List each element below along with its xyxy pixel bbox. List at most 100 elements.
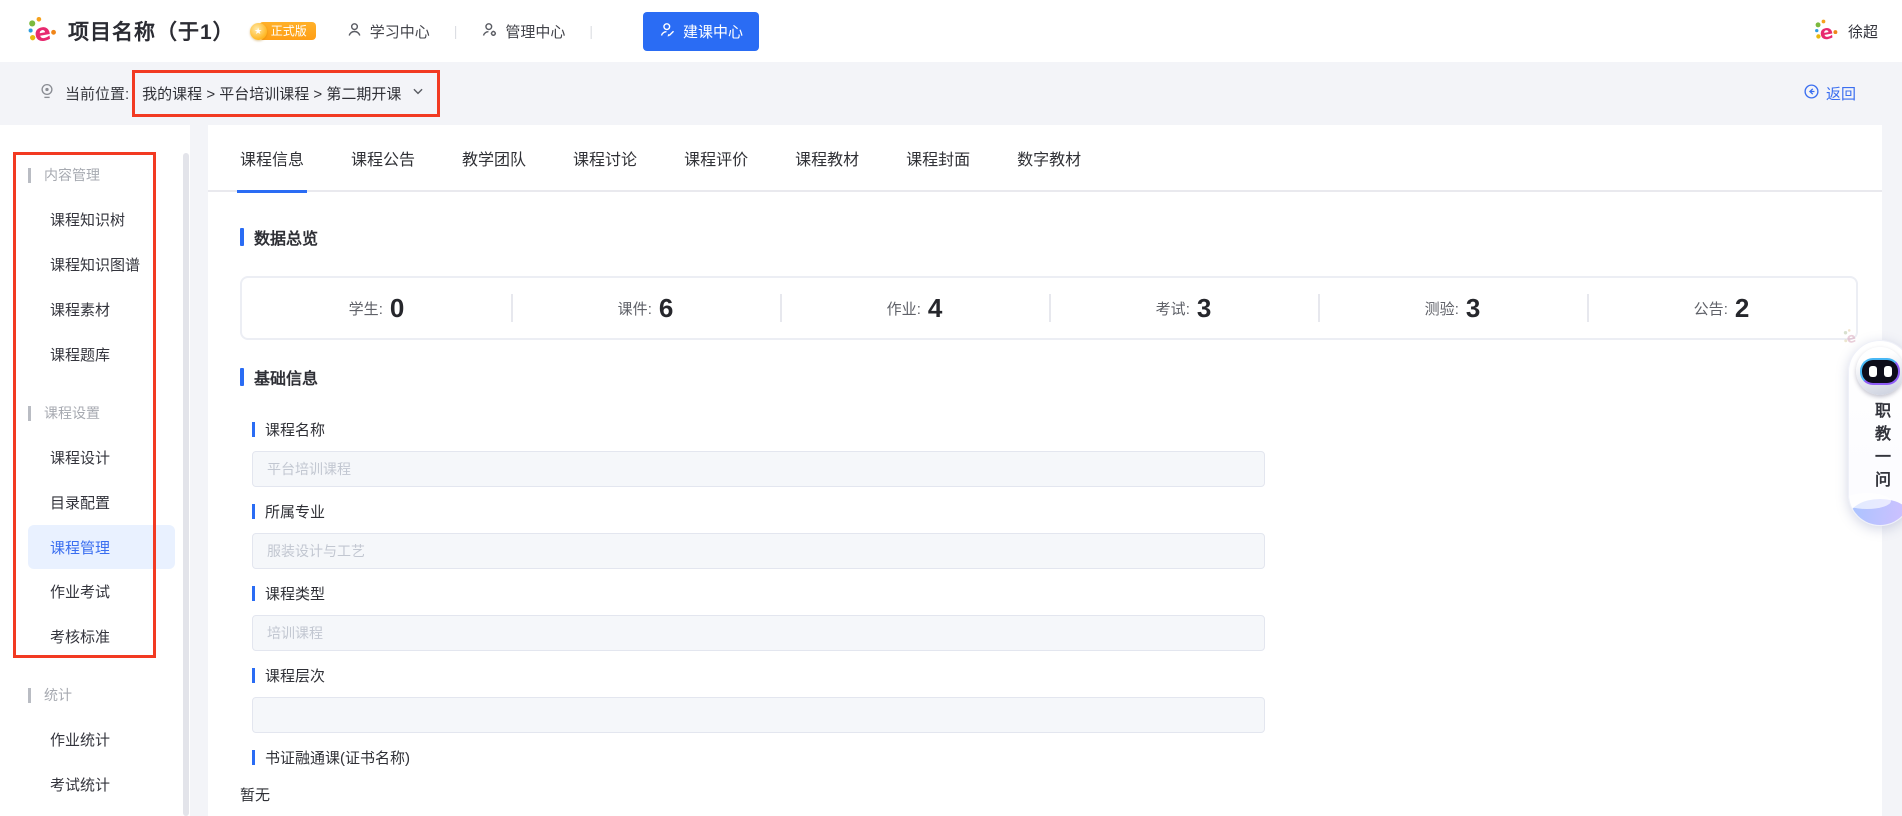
nav-course-builder-button[interactable]: 建课中心 — [643, 11, 760, 51]
stat-label: 考试: — [1155, 300, 1190, 318]
sidebar-item-knowledge-graph[interactable]: 课程知识图谱 — [0, 242, 190, 287]
course-level-field[interactable] — [252, 697, 1265, 733]
sidebar-scrollbar[interactable] — [183, 153, 189, 816]
person-icon — [346, 21, 363, 42]
field-label-certificate: 书证融通课(证书名称) — [252, 746, 1858, 768]
section-title-basic-info: 基础信息 — [240, 366, 1858, 388]
ai-assistant-widget[interactable]: 职教一问 — [1848, 340, 1902, 526]
back-button[interactable]: 返回 — [1803, 83, 1856, 104]
breadcrumb-prefix: 当前位置: — [65, 86, 130, 103]
stat-exams: 考试: 3 — [1049, 278, 1318, 338]
nav-admin-center[interactable]: 管理中心 — [481, 21, 565, 42]
tab-course-announcements[interactable]: 课程公告 — [351, 125, 415, 191]
user-name: 徐超 — [1847, 23, 1878, 41]
sidebar-item-knowledge-tree[interactable]: 课程知识树 — [0, 197, 190, 242]
stat-quizzes: 测验: 3 — [1318, 278, 1587, 338]
chevron-down-icon[interactable] — [411, 84, 425, 103]
svg-text:e: e — [32, 18, 53, 47]
sidebar-item-homework-exam[interactable]: 作业考试 — [0, 569, 190, 614]
stat-value: 3 — [1196, 293, 1212, 323]
tab-teaching-team[interactable]: 教学团队 — [462, 125, 526, 191]
nav-separator: | — [453, 23, 458, 39]
sidebar-item-catalog-config[interactable]: 目录配置 — [0, 480, 190, 525]
breadcrumb[interactable]: 我的课程 > 平台培训课程 > 第二期开课 — [142, 83, 401, 104]
sidebar-section-statistics: 统计 作业统计 考试统计 — [0, 673, 190, 807]
sidebar-section-course-settings: 课程设置 课程设计 目录配置 课程管理 作业考试 考核标准 — [0, 391, 190, 659]
tab-course-evaluation[interactable]: 课程评价 — [684, 125, 748, 191]
stat-label: 课件: — [617, 300, 652, 318]
sidebar-item-course-materials[interactable]: 课程素材 — [0, 287, 190, 332]
stat-announcements: 公告: 2 — [1587, 278, 1856, 338]
sidebar-item-question-bank[interactable]: 课程题库 — [0, 332, 190, 377]
sidebar-item-course-management[interactable]: 课程管理 — [28, 525, 175, 569]
location-pin-icon — [38, 82, 56, 105]
field-label-course-name: 课程名称 — [252, 418, 1858, 440]
app-title: 项目名称（于1） — [68, 21, 235, 44]
field-label-course-type: 课程类型 — [252, 582, 1858, 604]
user-avatar: e — [1813, 18, 1839, 44]
robot-visor — [1860, 357, 1900, 385]
stat-value: 4 — [927, 293, 943, 323]
nav-label: 学习中心 — [369, 23, 430, 41]
stat-value: 6 — [658, 293, 674, 323]
course-info-panel: 数据总览 学生: 0 课件: 6 作业: 4 考试: 3 测验: 3 公告: 2… — [208, 226, 1882, 805]
wave-decoration — [1849, 493, 1902, 525]
sidebar-section-title: 统计 — [0, 673, 190, 717]
brand: e 项目名称（于1） ★ 正式版 — [26, 15, 316, 47]
certificate-value: 暂无 — [240, 787, 271, 804]
stat-label: 测验: — [1424, 300, 1459, 318]
version-badge-label: 正式版 — [258, 22, 316, 40]
course-name-field[interactable] — [252, 451, 1265, 487]
course-type-field[interactable] — [252, 615, 1265, 651]
sidebar-item-exam-stats[interactable]: 考试统计 — [0, 762, 190, 807]
back-arrow-icon — [1803, 83, 1820, 104]
svg-text:e: e — [1845, 330, 1857, 346]
stat-courseware: 课件: 6 — [511, 278, 780, 338]
breadcrumb-annotation-box: 我的课程 > 平台培训课程 > 第二期开课 — [132, 70, 441, 117]
stat-label: 公告: — [1693, 300, 1728, 318]
stat-homework: 作业: 4 — [780, 278, 1049, 338]
field-label-major: 所属专业 — [252, 500, 1858, 522]
sidebar-item-course-design[interactable]: 课程设计 — [0, 435, 190, 480]
sidebar: 内容管理 课程知识树 课程知识图谱 课程素材 课程题库 课程设置 课程设计 目录… — [0, 125, 190, 816]
person-gear-icon — [481, 21, 498, 42]
app-logo-icon: e — [26, 15, 58, 47]
breadcrumb-bar: 当前位置: 我的课程 > 平台培训课程 > 第二期开课 返回 — [0, 62, 1902, 125]
version-badge: ★ 正式版 — [249, 22, 316, 40]
major-field[interactable] — [252, 533, 1265, 569]
sidebar-section-content-management: 内容管理 课程知识树 课程知识图谱 课程素材 课程题库 — [0, 153, 190, 377]
person-edit-icon — [659, 21, 676, 42]
top-header: e 项目名称（于1） ★ 正式版 学习中心 | 管理中心 | 建课中心 e 徐超 — [0, 0, 1902, 62]
nav-label: 管理中心 — [505, 23, 566, 41]
stat-label: 学生: — [348, 300, 383, 318]
stat-value: 2 — [1734, 293, 1750, 323]
stat-value: 3 — [1465, 293, 1481, 323]
stat-students: 学生: 0 — [242, 278, 511, 338]
svg-text:e: e — [1818, 20, 1835, 44]
main-nav: 学习中心 | 管理中心 | 建课中心 — [346, 11, 760, 51]
tab-digital-textbook[interactable]: 数字教材 — [1017, 125, 1081, 191]
tab-course-discussion[interactable]: 课程讨论 — [573, 125, 637, 191]
main-content: 课程信息 课程公告 教学团队 课程讨论 课程评价 课程教材 课程封面 数字教材 … — [208, 125, 1882, 816]
robot-eye — [1868, 365, 1877, 377]
stat-label: 作业: — [886, 300, 921, 318]
back-label: 返回 — [1825, 86, 1856, 103]
assistant-label: 职教一问 — [1872, 402, 1889, 494]
nav-learning-center[interactable]: 学习中心 — [346, 21, 430, 42]
tab-bar: 课程信息 课程公告 教学团队 课程讨论 课程评价 课程教材 课程封面 数字教材 — [208, 125, 1882, 193]
robot-eye — [1883, 365, 1892, 377]
stats-card: 学生: 0 课件: 6 作业: 4 考试: 3 测验: 3 公告: 2 — [240, 276, 1858, 340]
sidebar-section-title: 课程设置 — [0, 391, 190, 435]
sidebar-item-assessment-standard[interactable]: 考核标准 — [0, 614, 190, 659]
section-title-data-overview: 数据总览 — [240, 226, 1858, 248]
stat-value: 0 — [389, 293, 405, 323]
nav-label: 建课中心 — [683, 23, 744, 41]
tab-course-info[interactable]: 课程信息 — [236, 125, 308, 193]
sidebar-section-title: 内容管理 — [0, 153, 190, 197]
nav-separator: | — [589, 23, 594, 39]
sidebar-item-homework-stats[interactable]: 作业统计 — [0, 717, 190, 762]
tab-course-cover[interactable]: 课程封面 — [906, 125, 970, 191]
medal-icon: ★ — [249, 23, 267, 40]
user-menu[interactable]: e 徐超 — [1813, 18, 1878, 44]
tab-course-textbook[interactable]: 课程教材 — [795, 125, 859, 191]
